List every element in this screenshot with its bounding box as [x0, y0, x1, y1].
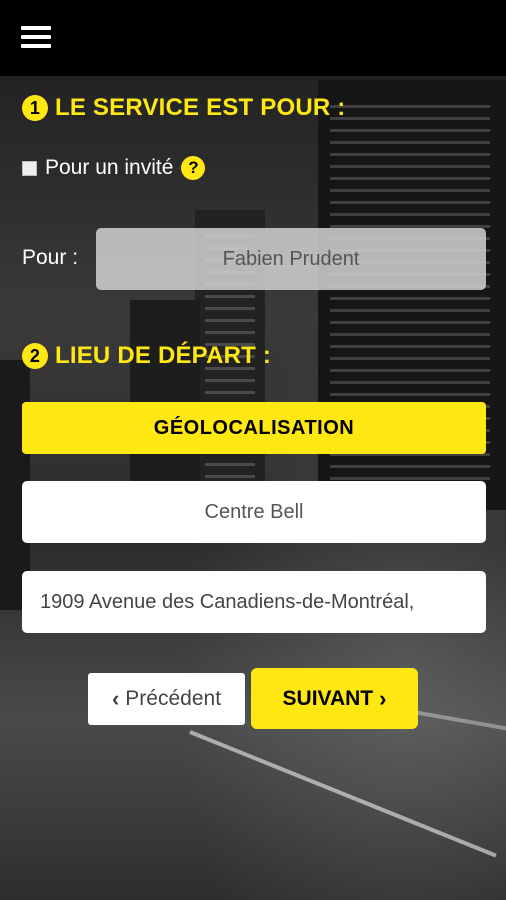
- help-icon[interactable]: ?: [181, 156, 206, 180]
- pour-label: Pour :: [22, 246, 79, 269]
- guest-label: Pour un invité: [45, 156, 174, 179]
- top-bar: [0, 0, 506, 76]
- next-button[interactable]: SUIVANT ›: [251, 668, 418, 729]
- section-title-text: LE SERVICE EST POUR :: [55, 94, 346, 121]
- menu-icon[interactable]: [21, 26, 51, 48]
- address-field[interactable]: [22, 571, 486, 633]
- previous-label: Précédent: [125, 687, 222, 710]
- chevron-right-icon: ›: [379, 685, 387, 711]
- pour-name-field[interactable]: [96, 228, 486, 290]
- step-number-badge: 1: [22, 95, 48, 121]
- section-service-title: 1 LE SERVICE EST POUR :: [22, 94, 345, 122]
- previous-button[interactable]: ‹ Précédent: [88, 673, 245, 725]
- geolocation-button[interactable]: GÉOLOCALISATION: [22, 402, 486, 454]
- guest-option: Pour un invité ?: [22, 156, 206, 180]
- building-silhouette: [130, 300, 200, 500]
- section-departure-title: 2 LIEU DE DÉPART :: [22, 342, 271, 370]
- guest-checkbox[interactable]: [22, 160, 37, 176]
- step-number-badge: 2: [22, 343, 48, 369]
- road-light-streak: [189, 730, 497, 858]
- place-name-field[interactable]: [22, 481, 486, 543]
- section-title-text: LIEU DE DÉPART :: [55, 342, 272, 369]
- next-label: SUIVANT: [282, 686, 374, 710]
- chevron-left-icon: ‹: [111, 686, 120, 711]
